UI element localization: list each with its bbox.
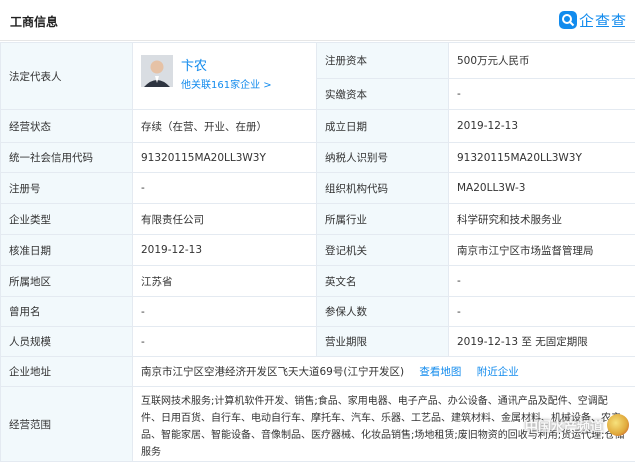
former-name-value: - xyxy=(133,297,317,327)
est-date-label: 成立日期 xyxy=(317,110,449,143)
insured-label: 参保人数 xyxy=(317,297,449,327)
brand-name: 企查查 xyxy=(579,10,627,31)
nearby-companies-link[interactable]: 附近企业 xyxy=(477,366,519,378)
view-map-link[interactable]: 查看地图 xyxy=(419,366,461,378)
industry-value: 科学研究和技术服务业 xyxy=(449,204,635,235)
org-code-value: MA20LL3W-3 xyxy=(449,173,635,204)
credit-code-label: 统一社会信用代码 xyxy=(1,143,133,173)
taxpayer-id-label: 纳税人识别号 xyxy=(317,143,449,173)
brand-logo[interactable]: 企查查 xyxy=(559,9,627,31)
authority-value: 南京市江宁区市场监督管理局 xyxy=(449,235,635,266)
taxpayer-id-value: 91320115MA20LL3W3Y xyxy=(449,143,635,173)
section-title: 工商信息 xyxy=(10,13,58,30)
english-name-label: 英文名 xyxy=(317,266,449,297)
former-name-label: 曾用名 xyxy=(1,297,133,327)
approval-date-label: 核准日期 xyxy=(1,235,133,266)
term-value: 2019-12-13 至 无固定期限 xyxy=(449,327,635,357)
address-value: 南京市江宁区空港经济开发区飞天大道69号(江宁开发区) xyxy=(141,366,404,378)
staff-size-value: - xyxy=(133,327,317,357)
paid-capital-label: 实缴资本 xyxy=(317,79,449,110)
english-name-value: - xyxy=(449,266,635,297)
org-code-label: 组织机构代码 xyxy=(317,173,449,204)
paid-capital-value: - xyxy=(449,79,635,110)
related-companies-link[interactable]: 他关联161家企业 > xyxy=(181,76,272,91)
address-label: 企业地址 xyxy=(1,357,133,387)
legal-rep-label: 法定代表人 xyxy=(1,43,133,110)
scope-label: 经营范围 xyxy=(1,387,133,462)
approval-date-value: 2019-12-13 xyxy=(133,235,317,266)
industry-label: 所属行业 xyxy=(317,204,449,235)
region-label: 所属地区 xyxy=(1,266,133,297)
staff-size-label: 人员规模 xyxy=(1,327,133,357)
company-type-label: 企业类型 xyxy=(1,204,133,235)
authority-label: 登记机关 xyxy=(317,235,449,266)
business-info-table: 法定代表人 卞农 他关联161家企业 > 注册资本 500万元人民币 实缴资本 … xyxy=(0,42,635,462)
region-value: 江苏省 xyxy=(133,266,317,297)
est-date-value: 2019-12-13 xyxy=(449,110,635,143)
company-type-value: 有限责任公司 xyxy=(133,204,317,235)
watermark-emblem-icon xyxy=(607,414,629,436)
avatar[interactable] xyxy=(141,55,173,87)
watermark-text: 中国水产频道 xyxy=(525,416,603,435)
watermark: 中国水产频道 xyxy=(525,414,629,436)
legal-rep-cell: 卞农 他关联161家企业 > xyxy=(133,43,317,110)
legal-rep-name[interactable]: 卞农 xyxy=(181,55,207,74)
address-cell: 南京市江宁区空港经济开发区飞天大道69号(江宁开发区) 查看地图 附近企业 xyxy=(133,357,635,387)
status-label: 经营状态 xyxy=(1,110,133,143)
reg-no-value: - xyxy=(133,173,317,204)
insured-value: - xyxy=(449,297,635,327)
status-value: 存续（在营、开业、在册） xyxy=(133,110,317,143)
reg-no-label: 注册号 xyxy=(1,173,133,204)
term-label: 营业期限 xyxy=(317,327,449,357)
qcc-logo-icon xyxy=(559,11,577,29)
reg-capital-value: 500万元人民币 xyxy=(449,43,635,79)
credit-code-value: 91320115MA20LL3W3Y xyxy=(133,143,317,173)
section-header: 工商信息 企查查 xyxy=(0,0,635,41)
reg-capital-label: 注册资本 xyxy=(317,43,449,79)
